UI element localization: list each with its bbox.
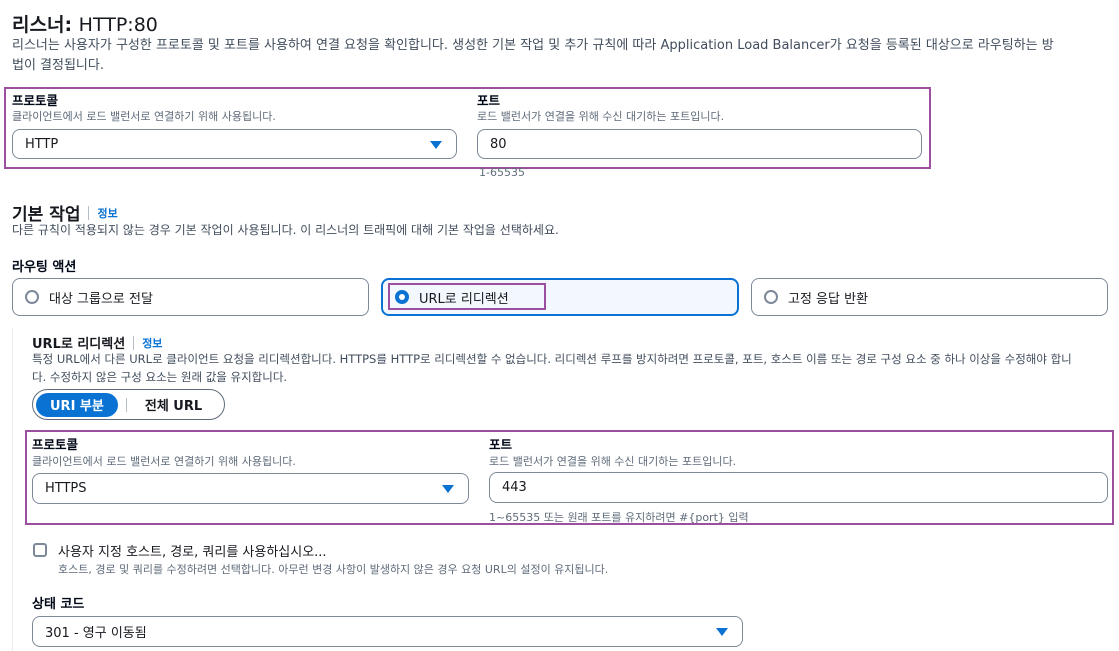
status-code-label: 상태 코드 (32, 597, 85, 612)
chevron-down-icon (430, 141, 442, 149)
custom-host-desc: 호스트, 경로 및 쿼리를 수정하려면 선택합니다. 아무런 변경 사항이 발생… (58, 563, 609, 576)
redirect-description-line1: 특정 URL에서 다른 URL로 클라이언트 요청을 리디렉션합니다. HTTP… (32, 352, 1072, 366)
redirect-mode-segmented-control: URI 부분 전체 URL (32, 389, 225, 420)
redirect-port-label: 포트 (489, 437, 513, 452)
redirect-description-line2: 다. 수정하지 않은 구성 요소는 원래 값을 유지합니다. (32, 370, 288, 384)
status-code-value: 301 - 영구 이동됨 (45, 626, 147, 641)
divider (133, 335, 135, 350)
status-code-select[interactable]: 301 - 영구 이동됨 (32, 616, 743, 647)
listener-port-label: 포트 (477, 93, 501, 108)
listener-protocol-label: 프로토콜 (12, 93, 59, 108)
default-action-info-link[interactable]: 정보 (97, 205, 117, 221)
radio-forward-target-group[interactable]: 대상 그룹으로 전달 (12, 278, 369, 316)
radio-forward-label: 대상 그룹으로 전달 (49, 291, 153, 307)
redirect-protocol-select[interactable]: HTTPS (32, 473, 469, 504)
default-action-description: 다른 규칙이 적용되지 않는 경우 기본 작업이 사용됩니다. 이 리스너의 트… (12, 223, 559, 237)
listener-port-input[interactable]: 80 (477, 129, 922, 159)
listener-protocol-desc: 클라이언트에서 로드 밸런서로 연결하기 위해 사용됩니다. (12, 110, 276, 123)
divider (88, 205, 90, 220)
chevron-down-icon (442, 485, 454, 493)
redirect-radio-highlight-box (388, 283, 546, 310)
listener-port-hint: 1-65535 (479, 166, 525, 179)
listener-description-line1: 리스너는 사용자가 구성한 프로토콜 및 포트를 사용하여 연결 요청을 확인합… (12, 38, 1054, 53)
redirect-description: 특정 URL에서 다른 URL로 클라이언트 요청을 리디렉션합니다. HTTP… (32, 350, 1112, 386)
routing-action-label: 라우팅 액션 (12, 260, 77, 275)
segment-uri-part[interactable]: URI 부분 (36, 392, 118, 417)
redirect-protocol-desc: 클라이언트에서 로드 밸런서로 연결하기 위해 사용됩니다. (32, 455, 296, 468)
radio-fixed-label: 고정 응답 반환 (788, 291, 869, 307)
listener-port-desc: 로드 밸런서가 연결을 위해 수신 대기하는 포트입니다. (477, 110, 725, 123)
listener-protocol-value: HTTP (25, 136, 59, 152)
listener-protocol-select[interactable]: HTTP (12, 129, 457, 159)
listener-port-value: 80 (490, 136, 507, 152)
redirect-protocol-label: 프로토콜 (32, 437, 79, 452)
chevron-down-icon (716, 628, 728, 636)
custom-host-path-query-checkbox[interactable] (33, 543, 47, 557)
segment-full-url[interactable]: 전체 URL (127, 395, 220, 414)
radio-circle (764, 290, 778, 304)
listener-title: 리스너: HTTP:80 (12, 10, 158, 37)
listener-description-line2: 법이 결정됩니다. (12, 58, 104, 73)
redirect-protocol-value: HTTPS (45, 481, 87, 496)
section-indent-line (12, 328, 13, 651)
custom-host-label: 사용자 지정 호스트, 경로, 쿼리를 사용하십시오... (58, 545, 327, 560)
radio-fixed-response[interactable]: 고정 응답 반환 (751, 278, 1108, 316)
redirect-port-value: 443 (502, 480, 527, 495)
radio-circle (25, 290, 39, 304)
listener-title-prefix: 리스너: (12, 14, 73, 36)
redirect-port-desc: 로드 밸런서가 연결을 위해 수신 대기하는 포트입니다. (489, 455, 737, 468)
listener-description: 리스너는 사용자가 구성한 프로토콜 및 포트를 사용하여 연결 요청을 확인합… (12, 36, 1112, 76)
redirect-port-input[interactable]: 443 (489, 472, 1108, 503)
redirect-info-link[interactable]: 정보 (142, 335, 162, 351)
listener-title-value: HTTP:80 (78, 14, 158, 36)
redirect-port-hint: 1~65535 또는 원래 포트를 유지하려면 #{port} 입력 (489, 511, 749, 524)
